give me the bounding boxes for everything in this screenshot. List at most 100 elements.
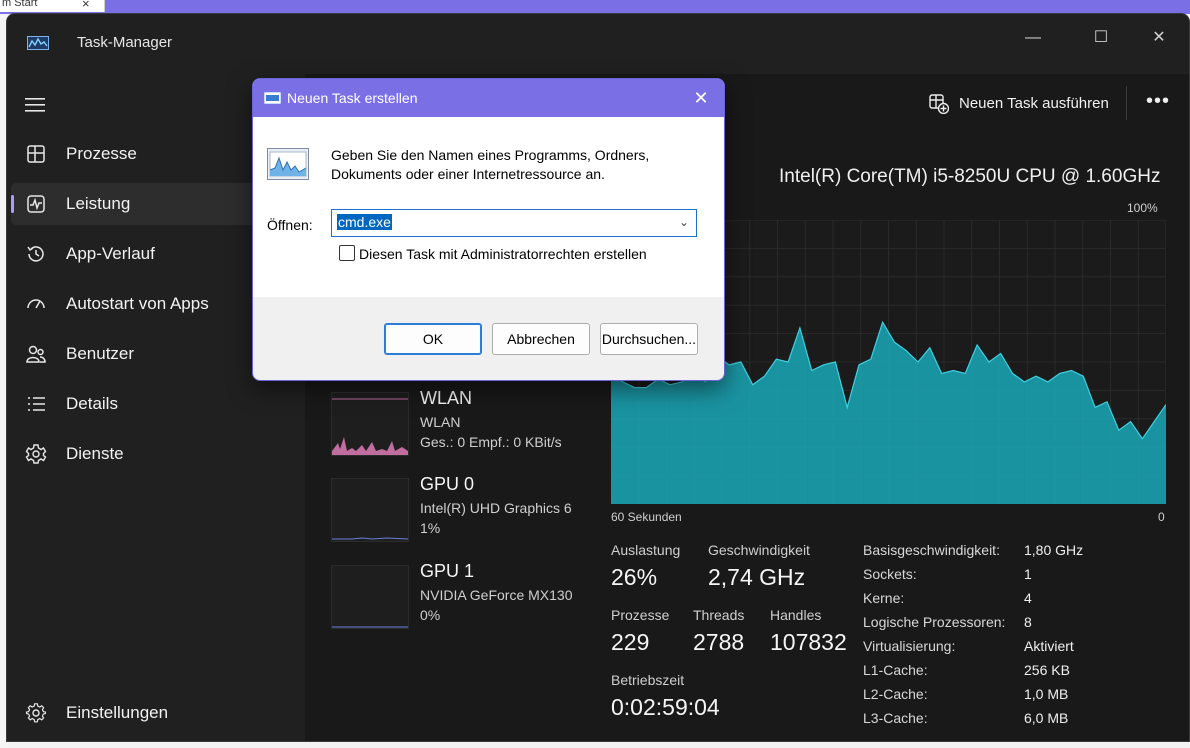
sidebar-item-label: Details (66, 394, 118, 413)
info-label: L3-Cache: (863, 710, 928, 726)
info-label: Kerne: (863, 590, 905, 606)
utilization-label: Auslastung (611, 542, 681, 558)
info-label: Logische Prozessoren: (863, 614, 1006, 630)
active-indicator (11, 195, 14, 213)
details-icon (28, 397, 45, 411)
wlan-thumbnail-graph (331, 392, 409, 456)
processes-icon (27, 145, 45, 163)
device-item-gpu-0[interactable]: GPU 0 Intel(R) UHD Graphics 6 1% (331, 474, 591, 542)
ok-button[interactable]: OK (384, 323, 482, 355)
dialog-titlebar: Neuen Task erstellen ✕ (253, 79, 724, 117)
info-value: 256 KB (1024, 662, 1070, 678)
open-field-label: Öffnen: (267, 217, 313, 233)
app-title: Task-Manager (77, 34, 173, 51)
background-browser-tab[interactable]: m Start × (0, 0, 105, 12)
dialog-description-line-2: Dokuments oder einer Internetressource a… (331, 166, 605, 182)
info-label: Basisgeschwindigkeit: (863, 542, 1000, 558)
device-name: GPU 1 (420, 561, 475, 581)
info-label: L1-Cache: (863, 662, 928, 678)
utilization-value: 26% (611, 564, 658, 590)
threads-value: 2788 (693, 629, 745, 655)
device-name: GPU 0 (420, 474, 475, 494)
sidebar-item-label: App-Verlauf (66, 244, 155, 263)
dialog-title: Neuen Task erstellen (287, 90, 418, 106)
title-bar: Task-Manager — ☐ ✕ (7, 14, 1189, 74)
device-item-gpu-1[interactable]: GPU 1 NVIDIA GeForce MX130 0% (331, 561, 591, 629)
info-value: 8 (1024, 614, 1032, 630)
info-value: 1,80 GHz (1024, 542, 1084, 558)
chevron-down-icon[interactable]: ⌄ (676, 213, 692, 231)
sidebar-item-einstellungen[interactable]: Einstellungen (11, 692, 303, 734)
hamburger-menu-icon[interactable] (25, 97, 47, 113)
toolbar-divider (1126, 86, 1127, 120)
admin-rights-checkbox-label[interactable]: Diesen Task mit Administratorrechten ers… (359, 246, 647, 262)
cancel-button[interactable]: Abbrechen (492, 323, 590, 355)
processes-count-label: Prozesse (611, 607, 670, 623)
sidebar-item-label: Autostart von Apps (66, 294, 209, 313)
background-tab-title: m Start (2, 0, 38, 9)
gpu0-thumbnail-graph (331, 478, 409, 542)
run-dialog-icon (264, 92, 281, 104)
users-icon (26, 345, 46, 363)
sidebar-item-dienste[interactable]: Dienste (11, 433, 303, 475)
dialog-body: Geben Sie den Namen eines Programms, Ord… (253, 117, 724, 297)
graph-time-end-label: 0 (1158, 510, 1165, 524)
sidebar-item-label: Leistung (66, 194, 131, 213)
browse-button[interactable]: Durchsuchen... (600, 323, 698, 355)
info-value: 6,0 MB (1024, 710, 1069, 726)
dialog-description-line-1: Geben Sie den Namen eines Programms, Ord… (331, 147, 650, 163)
device-subtitle: NVIDIA GeForce MX130 (420, 587, 573, 603)
sidebar-item-label: Dienste (66, 444, 124, 463)
task-manager-app-icon (27, 36, 49, 50)
graph-max-label: 100% (1127, 201, 1158, 215)
history-icon (27, 246, 44, 262)
maximize-button[interactable]: ☐ (1078, 20, 1124, 56)
performance-icon (27, 195, 45, 213)
admin-rights-checkbox[interactable] (339, 245, 355, 261)
info-value: 4 (1024, 590, 1032, 606)
sidebar-item-label: Benutzer (66, 344, 135, 363)
uptime-value: 0:02:59:04 (611, 694, 720, 720)
handles-value: 107832 (770, 629, 847, 655)
more-options-button[interactable]: ••• (1143, 90, 1173, 116)
sidebar-item-details[interactable]: Details (11, 383, 303, 425)
new-task-icon (929, 94, 949, 114)
info-label: Sockets: (863, 566, 917, 582)
info-value: 1,0 MB (1024, 686, 1069, 702)
uptime-label: Betriebszeit (611, 672, 685, 688)
speed-value: 2,74 GHz (708, 564, 806, 590)
services-icon (25, 444, 47, 464)
sidebar-item-label: Prozesse (66, 144, 137, 163)
device-subtitle: Intel(R) UHD Graphics 6 (420, 500, 572, 516)
gpu1-thumbnail-graph (331, 565, 409, 629)
info-label: L2-Cache: (863, 686, 928, 702)
open-input-value[interactable]: cmd.exe (337, 214, 392, 230)
open-combobox[interactable]: cmd.exe ⌄ (331, 209, 697, 237)
device-value: 0% (420, 607, 441, 623)
handles-label: Handles (770, 607, 822, 623)
device-name: WLAN (420, 388, 473, 408)
background-window-titlebar (0, 0, 1190, 14)
cpu-model-title: Intel(R) Core(TM) i5-8250U CPU @ 1.60GHz (779, 166, 1161, 187)
device-value: Ges.: 0 Empf.: 0 KBit/s (420, 434, 562, 450)
info-label: Virtualisierung: (863, 638, 956, 654)
info-value: Aktiviert (1024, 638, 1074, 654)
background-tab-close-icon[interactable]: × (82, 0, 90, 11)
info-value: 1 (1024, 566, 1032, 582)
create-new-task-dialog: Neuen Task erstellen ✕ Geben Sie den Nam… (252, 78, 725, 381)
device-value: 1% (420, 520, 441, 536)
device-subtitle: WLAN (420, 414, 461, 430)
settings-icon (25, 703, 47, 723)
run-new-task-label: Neuen Task ausführen (959, 95, 1109, 112)
processes-count-value: 229 (611, 629, 650, 655)
minimize-button[interactable]: — (1010, 20, 1056, 56)
startup-icon (27, 299, 45, 309)
speed-label: Geschwindigkeit (708, 542, 810, 558)
threads-label: Threads (693, 607, 745, 623)
run-program-icon (267, 148, 309, 180)
close-button[interactable]: ✕ (1136, 20, 1182, 56)
device-item-wlan[interactable]: WLAN WLAN Ges.: 0 Empf.: 0 KBit/s (331, 388, 591, 456)
graph-time-span-label: 60 Sekunden (611, 510, 682, 524)
sidebar-item-label: Einstellungen (66, 703, 169, 722)
dialog-close-button[interactable]: ✕ (687, 87, 715, 109)
